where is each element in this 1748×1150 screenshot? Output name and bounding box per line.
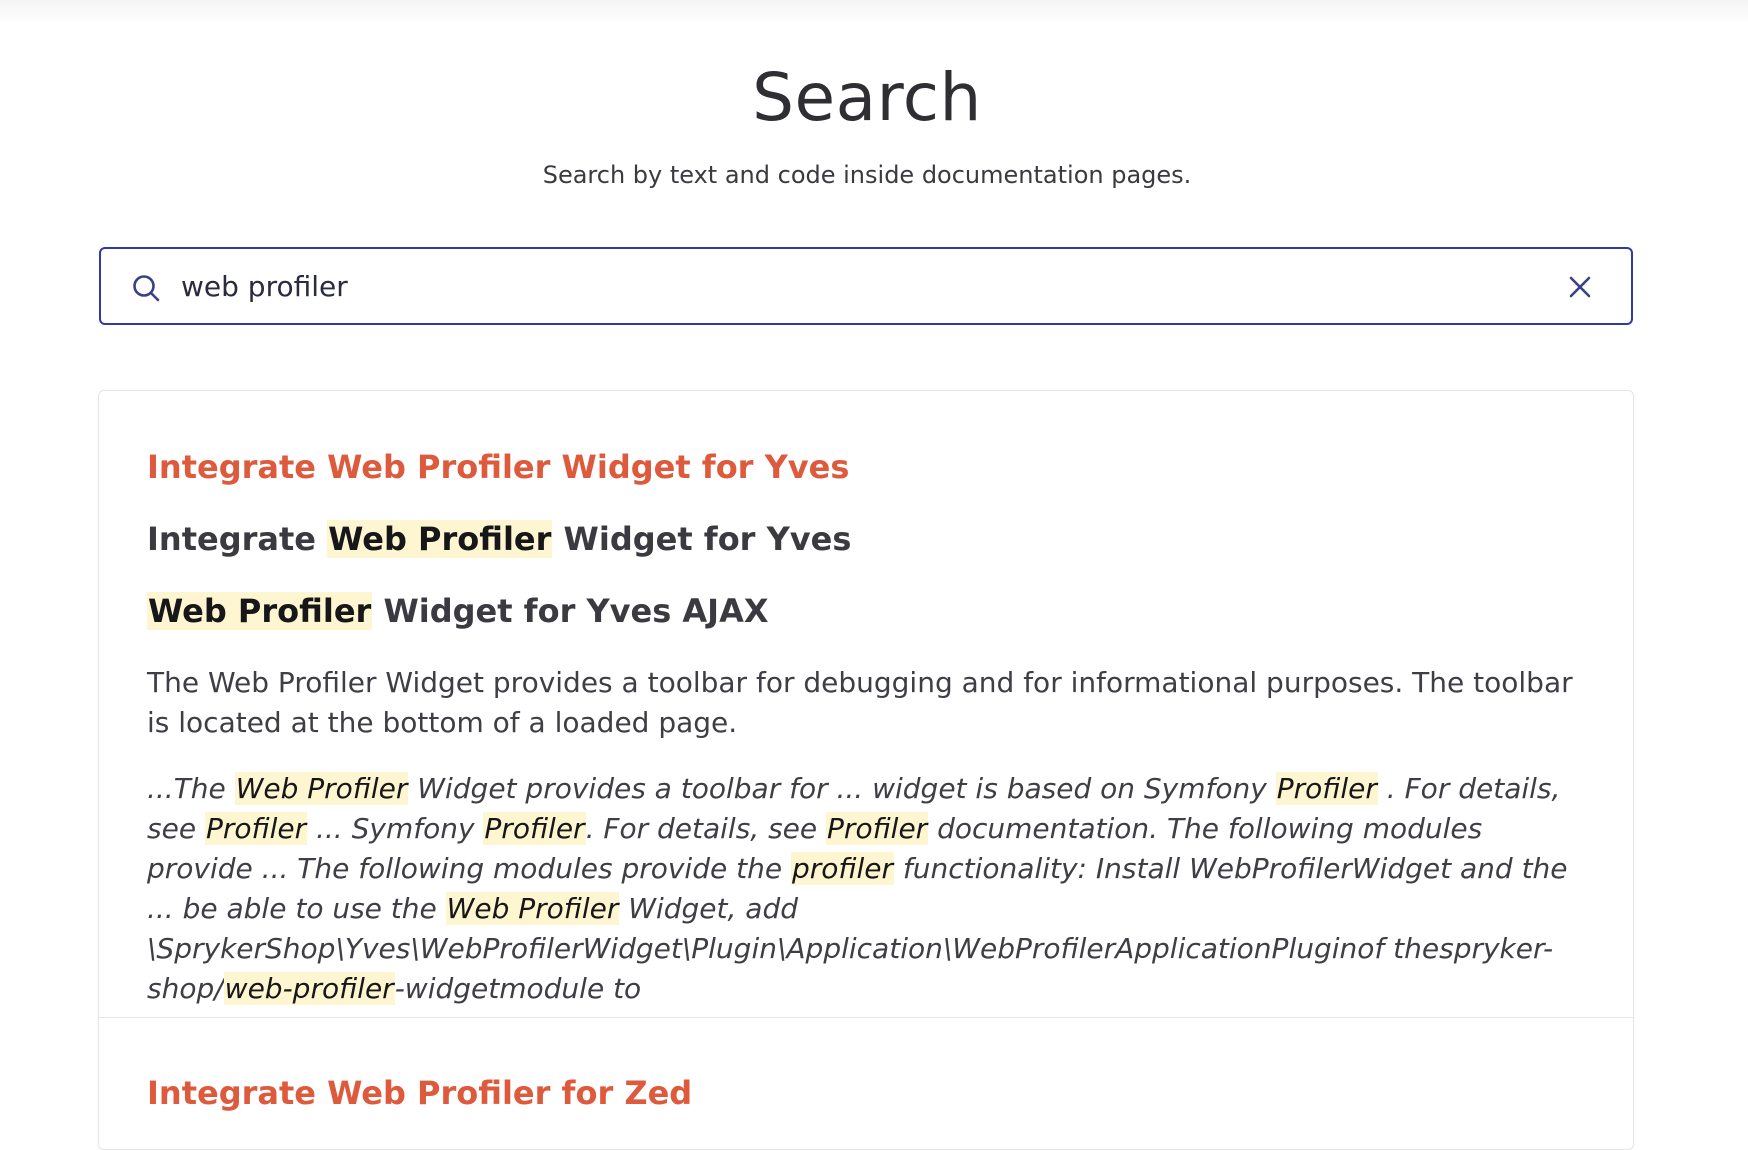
highlight-match: Web Profiler xyxy=(234,772,409,805)
highlight-match: Profiler xyxy=(483,812,586,845)
highlight-match: Profiler xyxy=(1275,772,1378,805)
search-input[interactable] xyxy=(181,262,1521,310)
search-result: Integrate Web Profiler for Zed xyxy=(147,1071,1587,1115)
highlight-match: web-profiler xyxy=(223,972,395,1005)
result-description: The Web Profiler Widget provides a toolb… xyxy=(147,666,1573,739)
heading-text: Integrate xyxy=(147,520,328,558)
result-divider xyxy=(99,1017,1633,1018)
highlight-match: Web Profiler xyxy=(445,892,620,925)
highlight-match: Web Profiler xyxy=(147,592,373,630)
result-snippet: ...The Web Profiler Widget provides a to… xyxy=(147,769,1577,1009)
highlight-match: profiler xyxy=(790,852,894,885)
page-subtitle: Search by text and code inside documenta… xyxy=(542,161,1192,189)
result-title-link[interactable]: Integrate Web Profiler for Zed xyxy=(147,1071,692,1115)
result-title-link[interactable]: Integrate Web Profiler Widget for Yves xyxy=(147,445,849,489)
search-results: Integrate Web Profiler Widget for Yves I… xyxy=(98,390,1634,1150)
top-bar-shadow xyxy=(0,0,1748,22)
highlight-match: Profiler xyxy=(826,812,929,845)
snippet-text: ...The xyxy=(147,772,235,805)
heading-text: Widget for Yves xyxy=(552,520,852,558)
snippet-text: -widgetmodule to xyxy=(394,972,642,1005)
snippet-text: . For details, see xyxy=(585,812,827,845)
highlight-match: Profiler xyxy=(204,812,308,845)
search-box[interactable] xyxy=(99,247,1633,325)
page-title: Search xyxy=(752,59,982,136)
search-icon xyxy=(131,273,161,303)
result-heading-link[interactable]: Integrate Web Profiler Widget for Yves xyxy=(147,517,1587,561)
snippet-text: ... Symfony xyxy=(307,812,484,845)
result-heading-link[interactable]: Web Profiler Widget for Yves AJAX xyxy=(147,589,1587,633)
close-icon[interactable] xyxy=(1567,274,1593,300)
snippet-text: Widget provides a toolbar for ... widget… xyxy=(408,772,1276,805)
heading-text: Widget for Yves AJAX xyxy=(372,592,769,630)
search-result: Integrate Web Profiler Widget for Yves I… xyxy=(147,445,1587,1009)
highlight-match: Web Profiler xyxy=(327,520,553,558)
